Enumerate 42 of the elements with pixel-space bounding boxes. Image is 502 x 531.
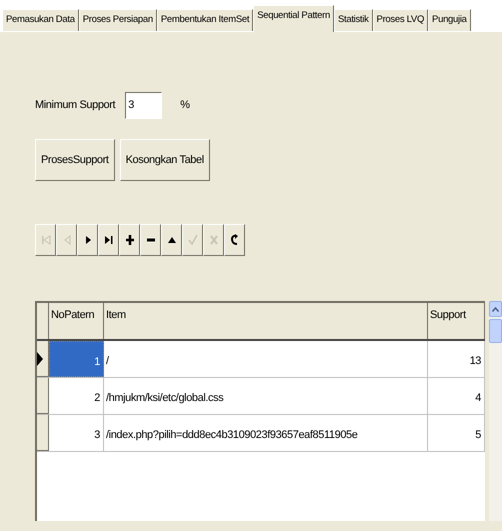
navigator-button[interactable] [98, 224, 119, 256]
navigator-button[interactable] [140, 224, 161, 256]
row-pointer-icon [37, 352, 43, 366]
table-cell: 3 [49, 415, 104, 451]
navigator-button[interactable] [161, 224, 182, 256]
tab[interactable]: Pungujia [428, 9, 471, 31]
column-header[interactable]: NoPatern [49, 303, 104, 339]
action-button[interactable]: Kosongkan Tabel [120, 139, 210, 181]
x-icon [208, 234, 218, 246]
table-cell: /index.php?pilih=ddd8ec4b3109023f93657eaf8511905e [104, 415, 428, 451]
navigator-button[interactable] [77, 224, 98, 256]
minimum-support-label: Minimum Support [35, 98, 116, 114]
action-button[interactable]: ProsesSupport [35, 139, 115, 181]
refresh-icon [230, 234, 240, 246]
table-cell: 2 [49, 378, 104, 414]
triangle-left-icon [62, 234, 72, 246]
tab[interactable]: Sequential Pattern [253, 5, 334, 32]
table-cell: / [104, 341, 428, 377]
tab[interactable]: Pemasukan Data [2, 9, 79, 31]
skip-back-icon [40, 234, 50, 246]
row-indicator[interactable] [37, 341, 49, 377]
table-cell: 13 [428, 341, 485, 377]
table-cell: /hmjukm/ksi/etc/global.css [104, 378, 428, 414]
minimum-support-field[interactable]: 3 [125, 92, 162, 119]
tab[interactable]: Proses Persiapan [78, 9, 157, 31]
caret-up-icon [492, 306, 499, 312]
table-cell: 4 [428, 378, 485, 414]
tab[interactable]: Proses LVQ [372, 9, 428, 31]
table-cell: 5 [428, 415, 485, 451]
check-icon [188, 234, 198, 246]
plus-icon [124, 234, 134, 246]
navigator-button[interactable] [224, 224, 245, 256]
tab[interactable]: Statistik [334, 9, 373, 31]
percent-label: % [180, 98, 190, 114]
navigator-button[interactable] [119, 224, 140, 256]
tab[interactable]: Pembentukan ItemSet [156, 9, 254, 31]
table-cell: 1 [49, 341, 104, 377]
column-header[interactable]: Item [104, 303, 428, 339]
skip-forward-icon [104, 234, 114, 246]
column-header[interactable]: Support [428, 303, 485, 339]
scroll-thumb[interactable] [489, 319, 502, 343]
scroll-up-button[interactable] [489, 301, 502, 317]
